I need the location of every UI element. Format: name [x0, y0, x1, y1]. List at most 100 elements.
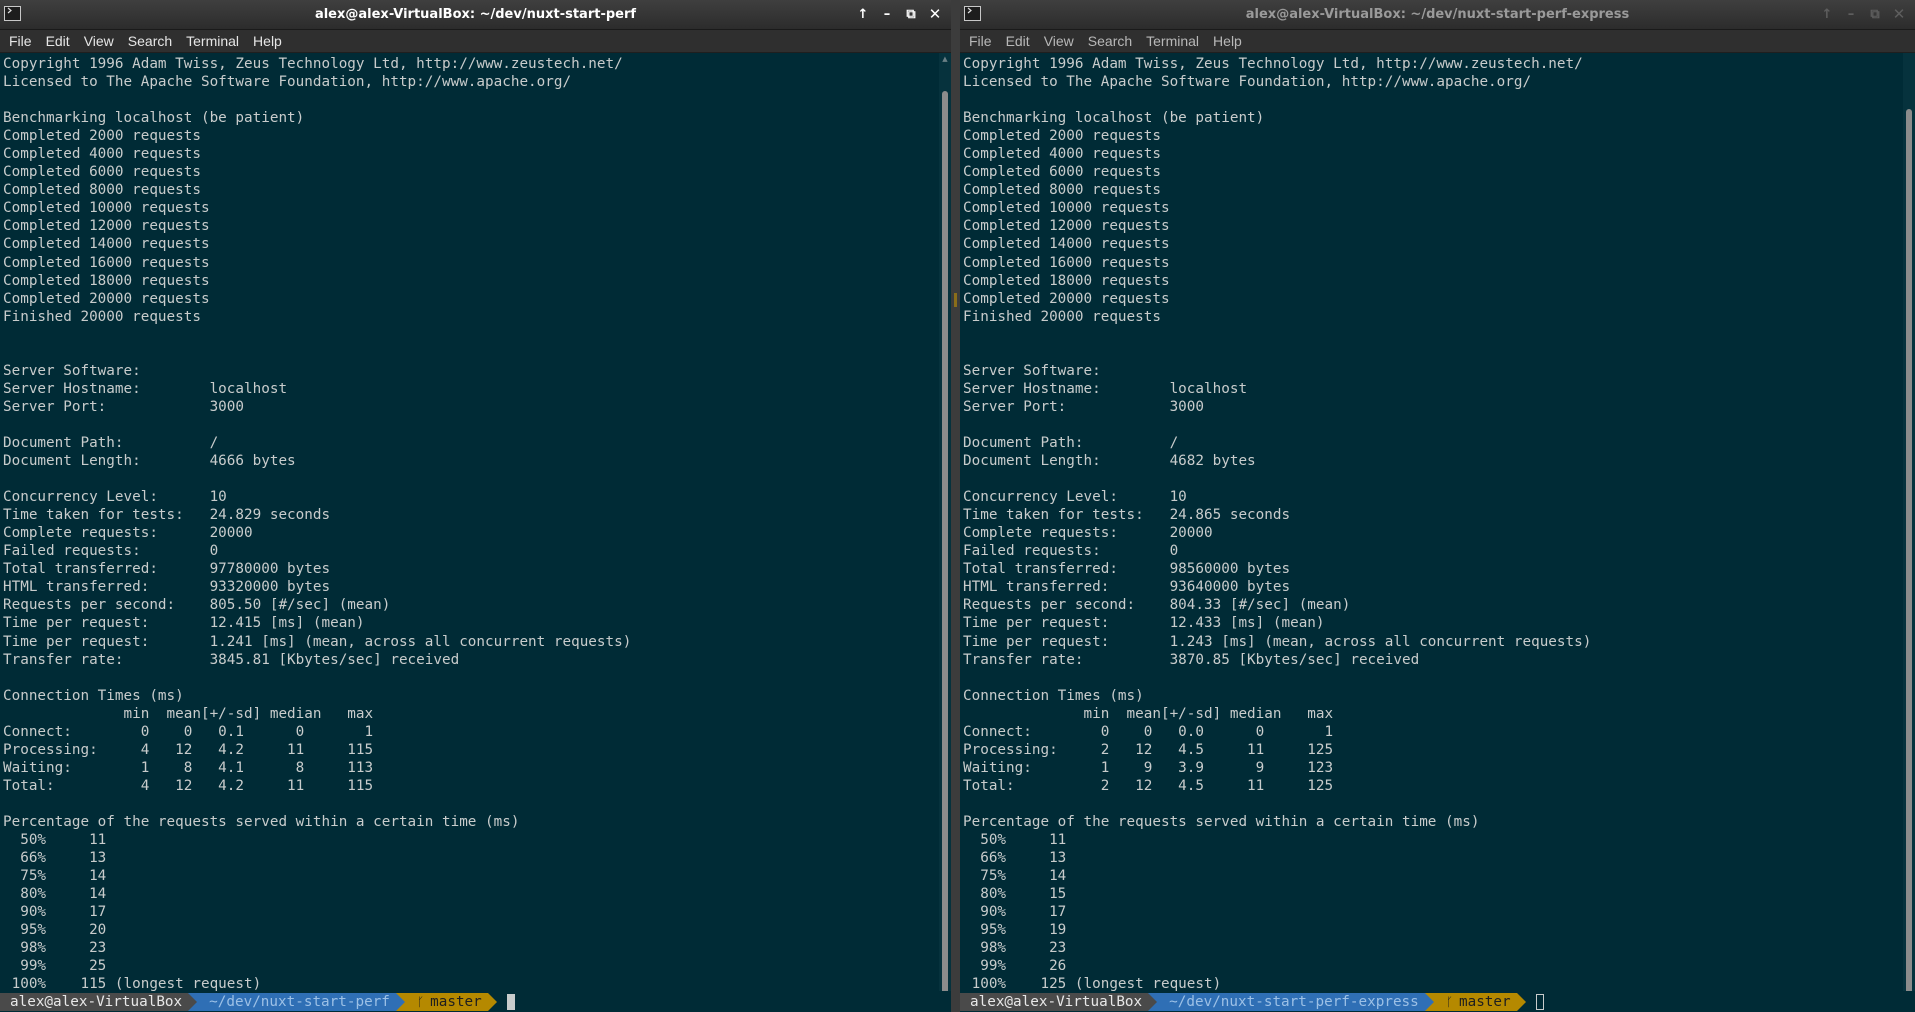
terminal-line: Server Software:: [3, 362, 141, 379]
terminal-icon: [4, 6, 21, 21]
terminal-line: Completed 8000 requests: [3, 182, 201, 199]
terminal-icon: [964, 6, 981, 21]
git-branch-icon: ᚴ: [1445, 994, 1453, 1009]
terminal-area[interactable]: Copyright 1996 Adam Twiss, Zeus Technolo…: [0, 53, 951, 1012]
terminal-line: Document Path: /: [3, 434, 219, 451]
menu-edit[interactable]: Edit: [1006, 33, 1030, 49]
menu-file[interactable]: File: [969, 33, 992, 49]
terminal-line: Concurrency Level: 10: [963, 489, 1187, 506]
scrollbar[interactable]: [1903, 53, 1915, 1012]
pane-splitter[interactable]: [951, 0, 960, 1012]
text-cursor[interactable]: [506, 993, 515, 1010]
prompt-separator-icon: [1424, 992, 1434, 1011]
menu-edit[interactable]: Edit: [46, 33, 70, 49]
terminal-line: Failed requests: 0: [963, 543, 1179, 560]
terminal-line: Connection Times (ms): [963, 687, 1144, 704]
text-cursor[interactable]: [1535, 993, 1544, 1010]
menu-help[interactable]: Help: [1213, 33, 1242, 49]
git-branch-name: master: [430, 993, 482, 1010]
prompt-path: ~/dev/nuxt-start-perf: [197, 992, 396, 1011]
terminal-line: 80% 15: [963, 886, 1067, 903]
terminal-line: Server Port: 3000: [3, 398, 245, 415]
menu-file[interactable]: File: [9, 33, 32, 49]
maximize-button[interactable]: ⧉: [1865, 4, 1885, 24]
terminal-line: Waiting: 1 8 4.1 8 113: [3, 759, 374, 776]
terminal-line: 75% 14: [963, 868, 1067, 885]
terminal-line: 100% 115 (longest request): [3, 976, 262, 993]
git-branch-icon: ᚴ: [416, 994, 425, 1009]
titlebar[interactable]: alex@alex-VirtualBox: ~/dev/nuxt-start-p…: [960, 0, 1915, 30]
terminal-line: Finished 20000 requests: [3, 308, 201, 325]
terminal-line: 90% 17: [963, 904, 1067, 921]
terminal-line: HTML transferred: 93320000 bytes: [3, 579, 331, 596]
terminal-line: Server Hostname: localhost: [963, 380, 1248, 397]
terminal-line: 98% 23: [3, 940, 107, 957]
terminal-line: Completed 10000 requests: [3, 200, 210, 217]
terminal-line: Connect: 0 0 0.0 0 1: [963, 723, 1334, 740]
terminal-area[interactable]: Copyright 1996 Adam Twiss, Zeus Technolo…: [960, 53, 1915, 1012]
terminal-line: Licensed to The Apache Software Foundati…: [3, 74, 572, 91]
close-button[interactable]: ✕: [925, 4, 945, 24]
minimize-button[interactable]: –: [877, 4, 897, 24]
prompt-git: ᚴ master: [1433, 992, 1517, 1011]
scroll-up-arrow-icon[interactable]: ▲: [941, 55, 949, 63]
terminal-line: Time taken for tests: 24.865 seconds: [963, 507, 1291, 524]
terminal-line: Completed 8000 requests: [963, 182, 1161, 199]
window-title: alex@alex-VirtualBox: ~/dev/nuxt-start-p…: [1245, 7, 1630, 22]
terminal-line: Completed 14000 requests: [3, 236, 210, 253]
maximize-button[interactable]: ⧉: [901, 4, 921, 24]
scrollbar-thumb[interactable]: [942, 91, 948, 1008]
menu-search[interactable]: Search: [1088, 33, 1132, 49]
minimize-button[interactable]: –: [1841, 4, 1861, 24]
terminal-line: Time per request: 1.241 [ms] (mean, acro…: [3, 633, 632, 650]
git-branch-name: master: [1458, 993, 1511, 1010]
terminal-line: Processing: 4 12 4.2 11 115: [3, 741, 374, 758]
terminal-line: Completed 6000 requests: [3, 164, 201, 181]
terminal-line: 100% 125 (longest request): [963, 976, 1222, 993]
splitter-grip-icon[interactable]: [954, 293, 957, 307]
terminal-line: Completed 10000 requests: [963, 200, 1170, 217]
terminal-line: Completed 2000 requests: [3, 128, 201, 145]
terminal-line: Time taken for tests: 24.829 seconds: [3, 507, 331, 524]
terminal-line: min mean[+/-sd] median max: [3, 705, 374, 722]
terminal-line: Total: 2 12 4.5 11 125: [963, 777, 1334, 794]
menu-terminal[interactable]: Terminal: [1146, 33, 1199, 49]
terminal-line: Completed 12000 requests: [3, 218, 210, 235]
menu-view[interactable]: View: [84, 33, 114, 49]
terminal-line: Percentage of the requests served within…: [963, 813, 1480, 830]
terminal-line: Completed 6000 requests: [963, 164, 1161, 181]
close-button[interactable]: ✕: [1889, 4, 1909, 24]
terminal-line: 95% 20: [3, 922, 107, 939]
terminal-window-left: alex@alex-VirtualBox: ~/dev/nuxt-start-p…: [0, 0, 951, 1012]
terminal-line: Completed 14000 requests: [963, 236, 1170, 253]
terminal-line: Completed 2000 requests: [963, 128, 1161, 145]
terminal-line: Completed 18000 requests: [963, 272, 1170, 289]
terminal-line: Percentage of the requests served within…: [3, 813, 520, 830]
scrollbar-thumb[interactable]: [1906, 109, 1912, 1008]
terminal-line: Waiting: 1 9 3.9 9 123: [963, 759, 1334, 776]
terminal-output: Copyright 1996 Adam Twiss, Zeus Technolo…: [963, 55, 1901, 993]
titlebar[interactable]: alex@alex-VirtualBox: ~/dev/nuxt-start-p…: [0, 0, 951, 30]
terminal-line: Completed 4000 requests: [963, 146, 1161, 163]
menu-terminal[interactable]: Terminal: [186, 33, 239, 49]
terminal-line: 75% 14: [3, 868, 107, 885]
terminal-line: HTML transferred: 93640000 bytes: [963, 579, 1291, 596]
terminal-line: 66% 13: [3, 850, 107, 867]
terminal-line: Connection Times (ms): [3, 687, 184, 704]
menu-search[interactable]: Search: [128, 33, 172, 49]
keep-above-button[interactable]: ↑: [853, 4, 873, 24]
menu-view[interactable]: View: [1044, 33, 1074, 49]
menu-help[interactable]: Help: [253, 33, 282, 49]
terminal-line: Failed requests: 0: [3, 543, 219, 560]
prompt-separator-icon: [395, 992, 405, 1011]
terminal-line: Server Hostname: localhost: [3, 380, 288, 397]
terminal-line: Processing: 2 12 4.5 11 125: [963, 741, 1334, 758]
terminal-line: Total transferred: 97780000 bytes: [3, 561, 331, 578]
terminal-line: Time per request: 12.433 [ms] (mean): [963, 615, 1325, 632]
prompt-user: alex@alex-VirtualBox: [960, 992, 1149, 1011]
keep-above-button[interactable]: ↑: [1817, 4, 1837, 24]
terminal-line: Completed 12000 requests: [963, 218, 1170, 235]
terminal-line: Server Software:: [963, 362, 1101, 379]
scrollbar[interactable]: ▲: [939, 53, 951, 1012]
terminal-line: 99% 25: [3, 958, 107, 975]
